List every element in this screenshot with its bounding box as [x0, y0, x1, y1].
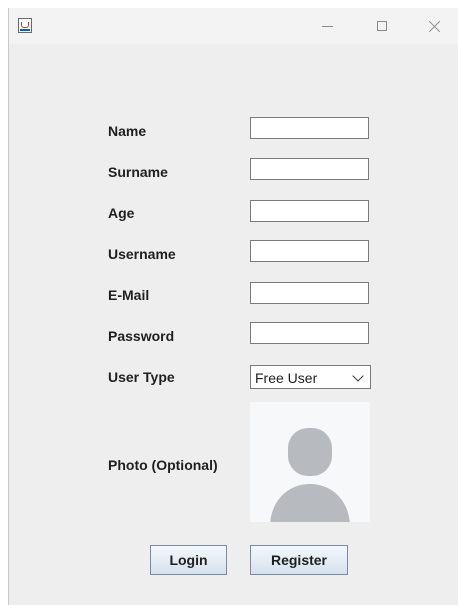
password-input[interactable] [250, 322, 369, 344]
email-input[interactable] [250, 282, 369, 304]
avatar-placeholder-icon [270, 428, 350, 522]
chevron-down-icon [352, 370, 364, 382]
password-label: Password [108, 328, 175, 344]
surname-input[interactable] [250, 158, 369, 180]
surname-label: Surname [108, 164, 168, 180]
user-type-select[interactable]: Free User [250, 365, 371, 389]
username-input[interactable] [250, 240, 369, 262]
user-type-label: User Type [108, 369, 175, 385]
register-button[interactable]: Register [250, 545, 348, 575]
maximize-button[interactable] [362, 12, 402, 40]
age-input[interactable] [250, 200, 369, 222]
username-label: Username [108, 246, 176, 262]
login-button[interactable]: Login [150, 545, 227, 575]
email-label: E-Mail [108, 287, 150, 303]
close-icon [429, 20, 441, 32]
photo-label: Photo (Optional) [108, 457, 218, 473]
name-label: Name [108, 123, 147, 139]
age-label: Age [108, 205, 135, 221]
name-input[interactable] [250, 117, 369, 139]
java-icon [18, 18, 32, 33]
minimize-icon [322, 26, 333, 27]
minimize-button[interactable] [307, 12, 347, 40]
close-button[interactable] [415, 12, 455, 40]
title-bar[interactable] [9, 8, 458, 44]
maximize-icon [377, 21, 387, 31]
photo-picker[interactable] [250, 402, 370, 522]
registration-window: Name Surname Age Username E-Mail Passwor… [8, 8, 458, 605]
user-type-value: Free User [255, 370, 318, 386]
